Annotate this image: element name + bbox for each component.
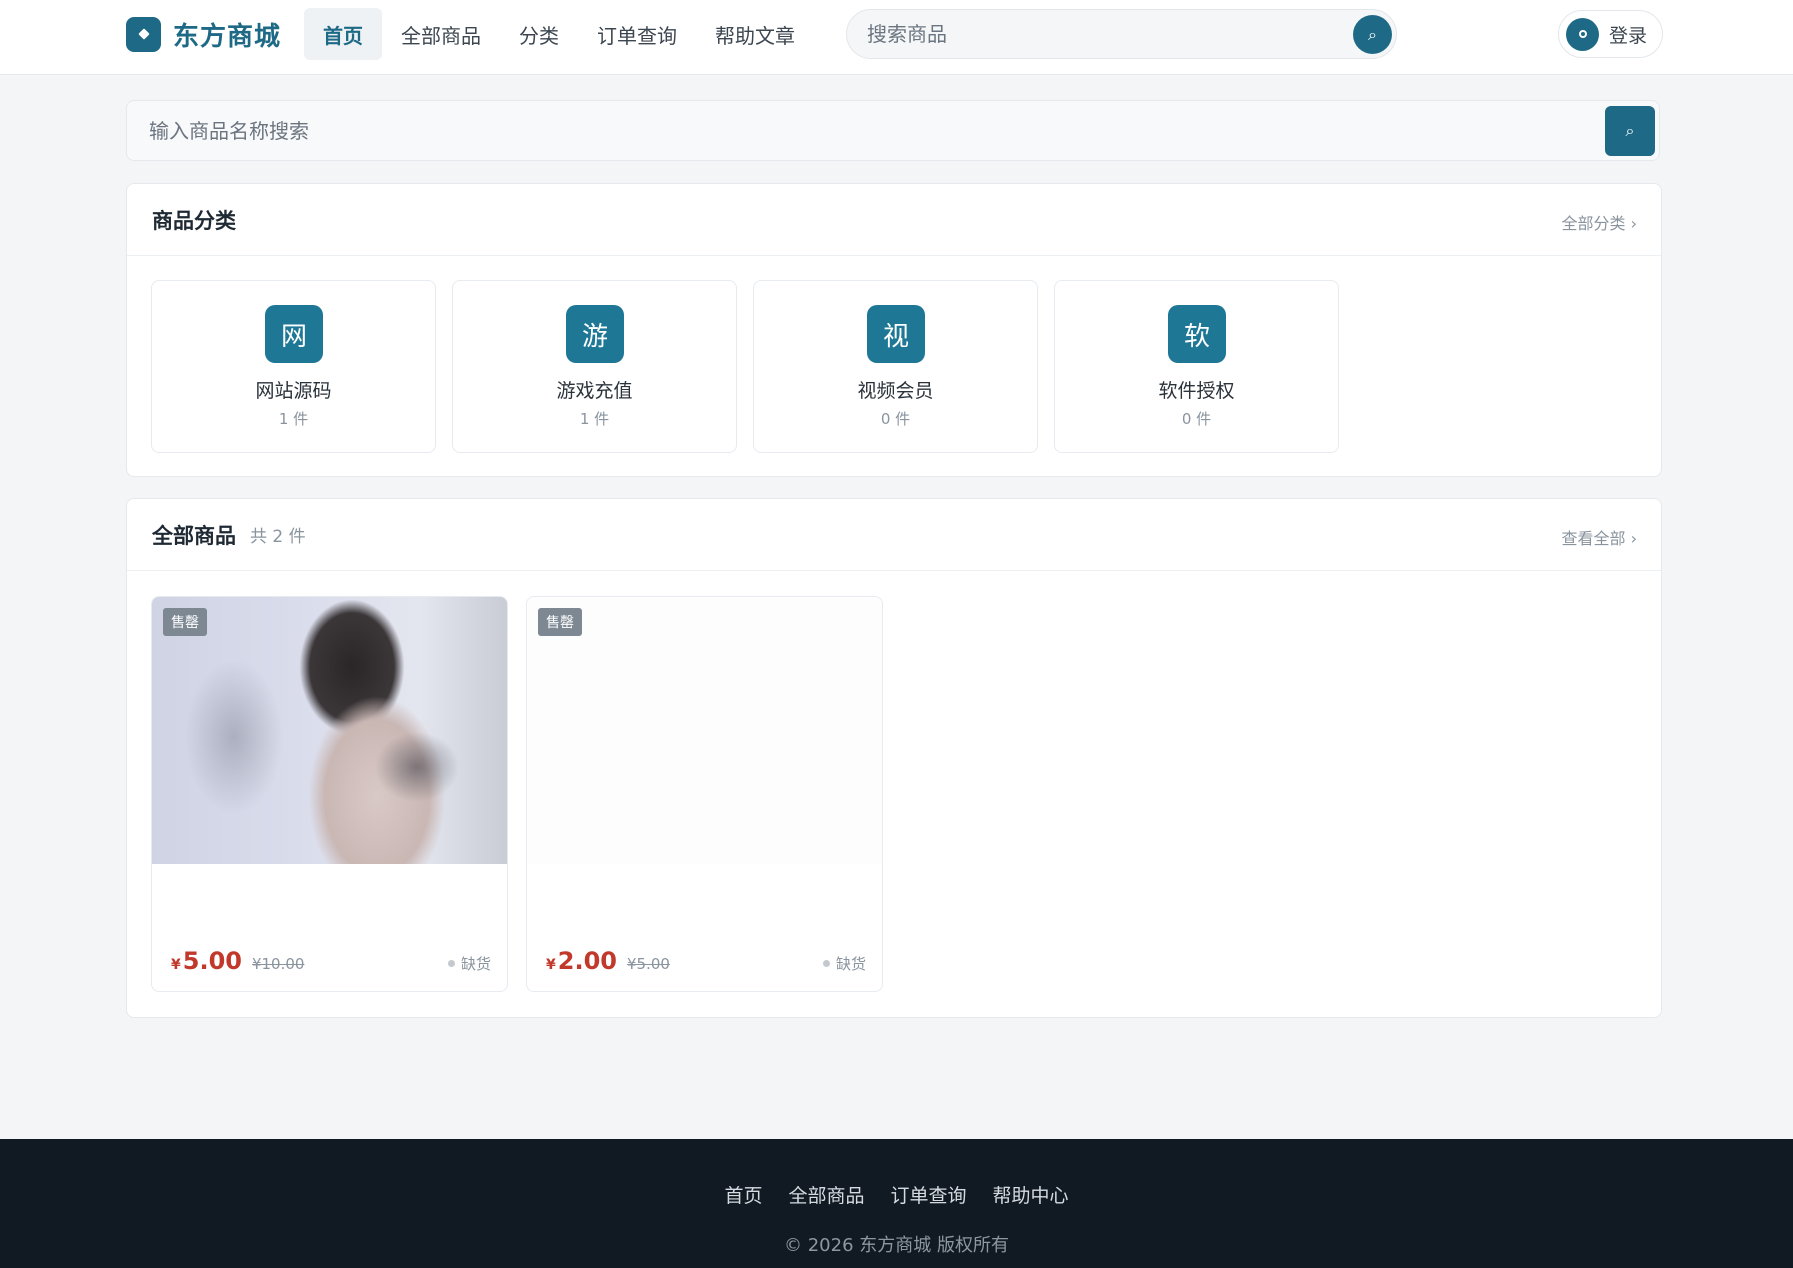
category-name: 网站源码 [255,380,332,402]
nav-item-help-articles[interactable]: 帮助文章 [696,8,814,60]
user-icon [1566,17,1599,51]
nav-item-order-query[interactable]: 订单查询 [578,8,696,60]
category-card-game-recharge[interactable]: 游 游戏充值 1 件 [452,280,737,453]
category-icon: 视 [867,305,925,363]
product-card[interactable]: 售罄 ¥2.00 ¥5.00 缺货 [526,596,883,992]
product-image [527,597,882,864]
login-label: 登录 [1609,24,1648,47]
category-count: 0 件 [1181,410,1212,428]
footer-link-home[interactable]: 首页 [724,1181,762,1208]
brand-logo-icon [126,16,161,52]
nav-item-home[interactable]: 首页 [304,8,382,60]
main-search: ⌕ [126,100,1660,161]
search-icon: ⌕ [1368,24,1377,44]
product-total-count: 共 2 件 [250,527,306,547]
all-categories-link[interactable]: 全部分类 › [1562,210,1638,234]
product-card[interactable]: 售罄 ¥5.00 ¥10.00 缺货 [151,596,508,992]
header-search: ⌕ [846,9,1397,59]
product-image [152,597,507,864]
current-price: ¥2.00 [546,947,617,975]
stock-status: 缺货 [822,953,866,974]
category-count: 1 件 [278,410,309,428]
category-name: 视频会员 [857,380,934,402]
category-panel: 商品分类 全部分类 › 网 网站源码 1 件 游 游戏充值 1 件 视 视频会员… [126,183,1662,477]
category-card-software-license[interactable]: 软 软件授权 0 件 [1054,280,1339,453]
footer-links: 首页 全部商品 订单查询 帮助中心 [0,1181,1793,1208]
brand[interactable]: 东方商城 [126,16,281,52]
site-footer: 首页 全部商品 订单查询 帮助中心 © 2026 东方商城 版权所有 [0,1139,1793,1268]
brand-name: 东方商城 [173,21,282,52]
product-panel-title: 全部商品 [152,523,236,548]
stock-label: 缺货 [835,955,866,973]
category-count: 1 件 [579,410,610,428]
original-price: ¥10.00 [251,955,305,973]
footer-link-help-center[interactable]: 帮助中心 [993,1181,1069,1208]
header-search-button[interactable]: ⌕ [1353,15,1392,54]
category-card-video-membership[interactable]: 视 视频会员 0 件 [753,280,1038,453]
footer-link-order-query[interactable]: 订单查询 [891,1181,967,1208]
main-search-input[interactable] [149,101,1549,160]
sold-out-badge: 售罄 [538,608,582,636]
sold-out-badge: 售罄 [163,608,207,636]
view-all-link[interactable]: 查看全部 › [1562,525,1638,549]
category-card-website-source[interactable]: 网 网站源码 1 件 [151,280,436,453]
product-panel: 全部商品 共 2 件 查看全部 › 售罄 ¥5.00 ¥10.00 缺货 售罄 … [126,498,1662,1018]
product-grid: 售罄 ¥5.00 ¥10.00 缺货 售罄 ¥2.00 ¥5.00 缺货 [151,596,883,992]
copyright: © 2026 东方商城 版权所有 [784,1235,1009,1256]
top-header: 东方商城 首页 全部商品 分类 订单查询 帮助文章 ⌕ 登录 [0,0,1793,75]
stock-status: 缺货 [447,953,491,974]
original-price: ¥5.00 [626,955,670,973]
search-icon: ⌕ [1625,121,1635,140]
header-search-input[interactable] [867,10,1327,58]
category-grid: 网 网站源码 1 件 游 游戏充值 1 件 视 视频会员 0 件 软 软件授权 … [151,280,1339,453]
login-button[interactable]: 登录 [1558,10,1663,58]
category-panel-header: 商品分类 全部分类 › [127,184,1661,256]
category-icon: 软 [1168,305,1226,363]
category-count: 0 件 [880,410,911,428]
category-name: 软件授权 [1158,380,1235,402]
category-icon: 网 [265,305,323,363]
product-price: ¥2.00 ¥5.00 [546,947,670,975]
main-nav: 首页 全部商品 分类 订单查询 帮助文章 [304,8,814,60]
product-price: ¥5.00 ¥10.00 [171,947,304,975]
nav-item-categories[interactable]: 分类 [500,8,578,60]
category-panel-title: 商品分类 [152,208,236,233]
nav-item-all-products[interactable]: 全部商品 [382,8,500,60]
status-dot-icon [822,960,830,967]
status-dot-icon [447,960,455,967]
stock-label: 缺货 [460,955,491,973]
footer-link-all-products[interactable]: 全部商品 [788,1181,864,1208]
main-search-button[interactable]: ⌕ [1605,106,1655,156]
product-panel-header: 全部商品 共 2 件 查看全部 › [127,499,1661,571]
current-price: ¥5.00 [171,947,242,975]
category-name: 游戏充值 [556,380,633,402]
category-icon: 游 [566,305,624,363]
